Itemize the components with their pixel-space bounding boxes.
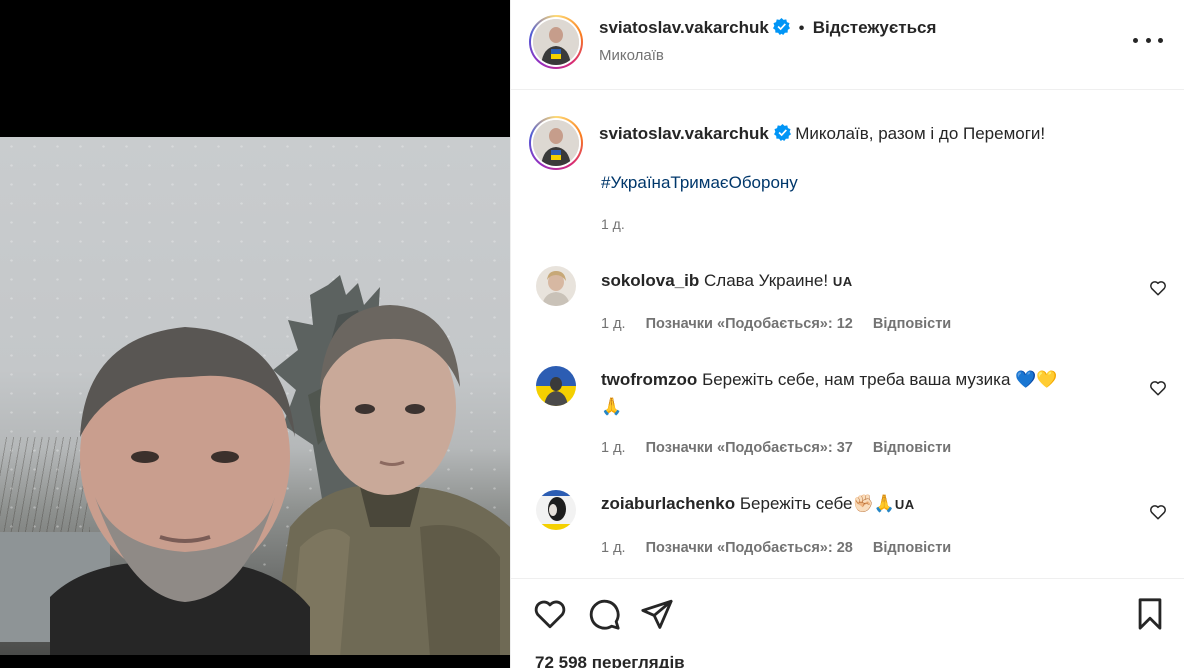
heart-emojis: 💙💛 — [1015, 370, 1058, 389]
comment-meta: 1 д. Позначки «Подобається»: 12 Відповіс… — [601, 316, 951, 332]
comment-username[interactable]: zoiaburlachenko — [601, 494, 735, 513]
verified-badge-icon — [773, 124, 791, 141]
comment-likes-link[interactable]: Позначки «Подобається»: 12 — [646, 316, 853, 332]
comment-body: Бережіть себе — [739, 494, 853, 513]
comment-text: sokolova_ib Слава Украине! UA — [601, 267, 1101, 295]
views-count[interactable]: 72 598 переглядів — [535, 653, 685, 668]
comment-meta: 1 д. Позначки «Подобається»: 37 Відповіс… — [601, 440, 951, 456]
comment-avatar-image — [536, 490, 576, 530]
comment-avatar[interactable] — [536, 366, 576, 406]
comment-avatar[interactable] — [536, 266, 576, 306]
comment-body: Бережіть себе, нам треба ваша музика — [702, 370, 1011, 389]
verified-badge-icon — [773, 18, 791, 35]
heart-icon[interactable] — [1149, 379, 1167, 397]
like-heart-icon[interactable] — [533, 597, 567, 631]
caption-text: Миколаїв, разом і до Перемоги! — [795, 124, 1046, 143]
comment-reply-button[interactable]: Відповісти — [873, 540, 951, 556]
separator-dot: • — [798, 20, 805, 37]
author-avatar-image — [533, 19, 579, 65]
comment-username[interactable]: sokolova_ib — [601, 271, 699, 290]
comment-time[interactable]: 1 д. — [601, 540, 626, 556]
more-options-icon[interactable] — [1133, 30, 1163, 50]
video-frame[interactable] — [0, 137, 510, 655]
comment-likes-link[interactable]: Позначки «Подобається»: 28 — [646, 540, 853, 556]
comment-likes-link[interactable]: Позначки «Подобається»: 37 — [646, 440, 853, 456]
comment-time[interactable]: 1 д. — [601, 316, 626, 332]
caption-timestamp[interactable]: 1 д. — [601, 216, 625, 232]
caption-hashtag-link[interactable]: #УкраїнаТримаєОборону — [601, 173, 798, 193]
ua-flag: UA — [894, 497, 915, 512]
comment-avatar-image — [536, 266, 576, 306]
post-action-bar: 72 598 переглядів — [511, 578, 1184, 668]
post-header: sviatoslav.vakarchuk • Відстежується Мик… — [511, 0, 1184, 90]
comment-avatar[interactable] — [536, 490, 576, 530]
pray-emoji: 🙏 — [601, 397, 623, 416]
comment-time[interactable]: 1 д. — [601, 440, 626, 456]
comment-reply-button[interactable]: Відповісти — [873, 440, 951, 456]
comment-avatar-image — [536, 366, 576, 406]
fist-pray-emojis: ✊🏻🙏 — [852, 494, 895, 513]
caption-avatar-image — [533, 120, 579, 166]
comment-body: Слава Украине! — [704, 271, 829, 290]
post-media[interactable] — [0, 0, 510, 668]
comment-text: zoiaburlachenko Бережіть себе✊🏻🙏UA — [601, 490, 1101, 518]
author-username[interactable]: sviatoslav.vakarchuk — [599, 18, 769, 37]
post-location[interactable]: Миколаїв — [599, 47, 664, 64]
comment-reply-button[interactable]: Відповісти — [873, 316, 951, 332]
author-avatar[interactable] — [529, 15, 583, 69]
comment-meta: 1 д. Позначки «Подобається»: 28 Відповіс… — [601, 540, 951, 556]
heart-icon[interactable] — [1149, 279, 1167, 297]
comment-icon[interactable] — [587, 597, 621, 631]
person-left — [50, 327, 310, 655]
caption-author-avatar[interactable] — [529, 116, 583, 170]
heart-icon[interactable] — [1149, 503, 1167, 521]
comment-username[interactable]: twofromzoo — [601, 370, 697, 389]
follow-status-button[interactable]: Відстежується — [813, 18, 937, 37]
comment-text: twofromzoo Бережіть себе, нам треба ваша… — [601, 366, 1101, 420]
caption-username[interactable]: sviatoslav.vakarchuk — [599, 124, 769, 143]
ua-flag: UA — [832, 274, 853, 289]
caption: sviatoslav.vakarchuk Миколаїв, разом і д… — [599, 124, 1045, 144]
share-icon[interactable] — [640, 597, 674, 631]
post-details-panel: sviatoslav.vakarchuk • Відстежується Мик… — [510, 0, 1184, 668]
bookmark-icon[interactable] — [1133, 597, 1167, 631]
